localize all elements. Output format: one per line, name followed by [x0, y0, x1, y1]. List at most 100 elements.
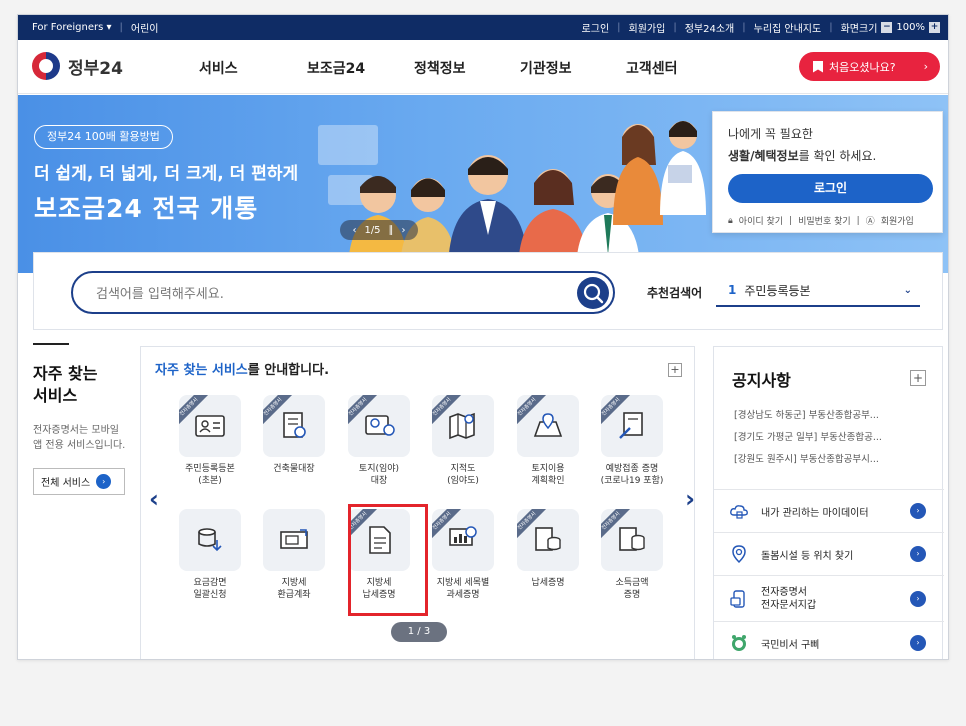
notice-panel: 공지사항 + [경상남도 하동군] 부동산종합공부... [경기도 가평군 일부… — [713, 346, 944, 659]
service-icon-tile — [179, 509, 241, 571]
sitemap-link[interactable]: 누리집 안내지도 — [754, 20, 822, 35]
service-icon-tile: 전자증명서 — [432, 509, 494, 571]
zoom-in-button[interactable]: + — [929, 22, 940, 33]
frequent-title: 자주 찾는 서비스 — [33, 364, 98, 405]
service-label: 지방세 환급계좌 — [277, 578, 311, 600]
service-icon-tile: 전자증명서 — [432, 395, 494, 457]
search-icon — [583, 283, 604, 304]
divider: | — [789, 215, 793, 226]
notice-item[interactable]: [경기도 가평군 일부] 부동산종합공... — [734, 427, 934, 449]
banner-pill[interactable]: 정부24 100배 활용방법 — [34, 125, 173, 149]
divider: | — [856, 215, 860, 226]
service-item[interactable]: 전자증명서 소득금액 증명 — [597, 509, 667, 601]
find-password-link[interactable]: 비밀번호 찾기 — [798, 214, 851, 227]
quick-link-label: 전자증명서 전자문서지갑 — [761, 586, 817, 611]
service-label: 토지이용 계획확인 — [531, 464, 565, 486]
service-label: 요금감면 일괄신청 — [193, 578, 227, 600]
divider: | — [617, 22, 621, 33]
service-item[interactable]: 전자증명서 지적도 (임야도) — [428, 395, 498, 487]
quick-link-e-wallet[interactable]: 전자증명서 전자문서지갑 › — [714, 575, 944, 621]
find-id-link[interactable]: 아이디 찾기 — [739, 214, 783, 227]
more-plus-icon[interactable]: + — [668, 363, 682, 377]
first-visit-button[interactable]: 처음오셨나요? › — [799, 52, 940, 81]
service-label: 주민등록등본 (초본) — [185, 464, 235, 486]
highlight-box — [348, 504, 428, 616]
site-header: 정부24 서비스 보조금24 정책정보 기관정보 고객센터 처음오셨나요? › — [18, 40, 948, 94]
browser-page: For Foreigners ▾ | 어린이 로그인 | 회원가입 | 정부24… — [17, 14, 949, 660]
service-item[interactable]: 전자증명서주민등록등본 (초본) — [175, 395, 245, 487]
income-cert-icon — [619, 527, 645, 551]
login-card-line2: 생활/혜택정보를 확인 하세요. — [728, 149, 877, 163]
logo-text: 정부24 — [68, 58, 123, 79]
quick-link-label: 국민비서 구삐 — [761, 639, 820, 651]
service-icon-tile: 전자증명서 — [601, 509, 663, 571]
recommended-label: 추천검색어 — [647, 286, 703, 300]
service-label: 토지(임야) 대장 — [358, 464, 400, 486]
search-button[interactable] — [577, 277, 609, 309]
frequent-description: 전자증명서는 모바일 앱 전용 서비스입니다. — [33, 425, 126, 451]
land-ledger-icon — [365, 415, 395, 436]
pager-next-icon[interactable]: › — [402, 225, 406, 236]
intro-link[interactable]: 정부24소개 — [685, 20, 735, 35]
search-area: 검색어를 입력해주세요. 추천검색어 1 주민등록등본 ⌄ — [33, 252, 943, 330]
refund-icon — [280, 529, 308, 549]
notice-item[interactable]: [강원도 원주시] 부동산종합공부시... — [734, 449, 934, 471]
service-item[interactable]: 전자증명서토지(임야) 대장 — [344, 395, 414, 487]
location-pin-icon — [732, 545, 746, 564]
service-item[interactable]: 요금감면 일괄신청 — [175, 509, 245, 601]
nav-policy[interactable]: 정책정보 — [414, 58, 520, 78]
utility-bar: For Foreigners ▾ | 어린이 로그인 | 회원가입 | 정부24… — [18, 15, 948, 40]
more-plus-icon[interactable]: + — [910, 370, 926, 386]
chevron-right-icon: › — [910, 546, 926, 562]
next-arrow-icon[interactable]: › — [685, 485, 695, 513]
service-item[interactable]: 전자증명서 납세증명 — [513, 509, 583, 589]
join-link[interactable]: 회원가입 — [881, 214, 914, 227]
service-label: 납세증명 — [531, 578, 565, 588]
search-input[interactable]: 검색어를 입력해주세요. — [71, 271, 615, 314]
banner-subtitle: 더 쉽게, 더 넓게, 더 크게, 더 편하게 — [34, 164, 299, 184]
pause-icon[interactable]: ∥ — [389, 225, 394, 236]
chart-board-icon — [449, 526, 477, 546]
gubbi-mascot-icon — [732, 635, 746, 651]
all-services-button[interactable]: 전체 서비스 › — [33, 468, 125, 495]
quick-link-mydata[interactable]: 내가 관리하는 마이데이터 › — [714, 489, 944, 532]
service-item[interactable]: 전자증명서 예방접종 증명 (코로나19 포함) — [597, 395, 667, 487]
site-logo[interactable]: 정부24 — [32, 52, 123, 80]
service-icon-tile: 전자증명서 — [348, 395, 410, 457]
chevron-down-icon: ⌄ — [903, 284, 912, 296]
all-services-label: 전체 서비스 — [41, 478, 91, 489]
login-links: 🔒︎ 아이디 찾기 | 비밀번호 찾기 | Ⓐ 회원가입 — [728, 214, 929, 228]
login-button[interactable]: 로그인 — [728, 174, 933, 203]
service-item[interactable]: 지방세 환급계좌 — [259, 509, 329, 601]
building-doc-icon — [283, 412, 306, 438]
login-link[interactable]: 로그인 — [582, 20, 610, 35]
prev-arrow-icon[interactable]: ‹ — [149, 485, 159, 513]
zoom-out-button[interactable]: − — [881, 22, 893, 33]
divider: | — [742, 22, 746, 33]
quick-link-gubbi[interactable]: 국민비서 구삐 › — [714, 621, 944, 659]
pager-prev-icon[interactable]: ‹ — [352, 225, 356, 236]
for-foreigners-link[interactable]: For Foreigners ▾ — [32, 22, 112, 33]
login-card: 나에게 꼭 필요한 생활/혜택정보를 확인 하세요. 로그인 🔒︎ 아이디 찾기… — [712, 111, 943, 233]
service-item[interactable]: 전자증명서 토지이용 계획확인 — [513, 395, 583, 487]
nav-agency[interactable]: 기관정보 — [520, 58, 626, 78]
first-visit-label: 처음오셨나요? — [829, 60, 896, 74]
bookmark-icon — [813, 60, 823, 73]
main-nav: 서비스 보조금24 정책정보 기관정보 고객센터 — [199, 58, 678, 78]
service-icon-tile: 전자증명서 — [179, 395, 241, 457]
quick-link-care-facility[interactable]: 돌봄시설 등 위치 찾기 › — [714, 532, 944, 575]
join-link[interactable]: 회원가입 — [629, 20, 666, 35]
services-heading: 자주 찾는 서비스를 안내합니다. — [155, 363, 330, 378]
taegeuk-logo-icon — [32, 52, 60, 80]
notice-item[interactable]: [경상남도 하동군] 부동산종합공부... — [734, 405, 934, 427]
chevron-right-icon: › — [923, 60, 928, 73]
nav-customer-center[interactable]: 고객센터 — [626, 58, 678, 78]
recommended-keyword-select[interactable]: 1 주민등록등본 ⌄ — [716, 275, 920, 307]
service-item[interactable]: 전자증명서 지방세 세목별 과세증명 — [428, 509, 498, 601]
quick-link-label: 돌봄시설 등 위치 찾기 — [761, 550, 854, 562]
service-item[interactable]: 전자증명서 건축물대장 — [259, 395, 329, 475]
nav-services[interactable]: 서비스 — [199, 58, 307, 78]
divider: | — [119, 22, 123, 33]
nav-subsidy24[interactable]: 보조금24 — [307, 58, 414, 78]
kids-link[interactable]: 어린이 — [131, 20, 159, 35]
